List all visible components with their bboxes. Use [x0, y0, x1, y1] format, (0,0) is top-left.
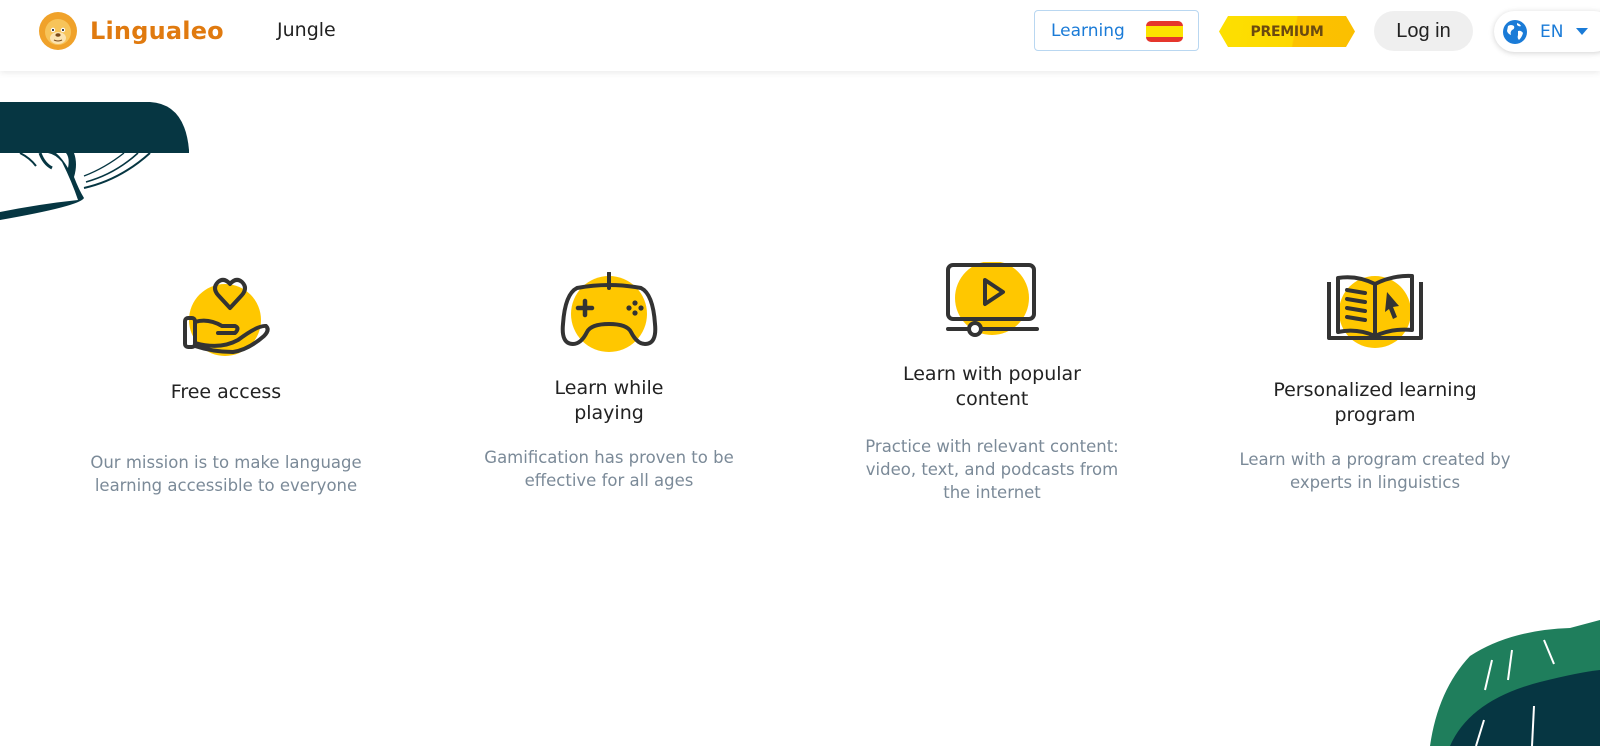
language-code: EN	[1540, 21, 1564, 42]
premium-button[interactable]: PREMIUM	[1219, 16, 1355, 47]
globe-icon	[1503, 19, 1527, 44]
feature-card: Personalized learning program Learn with…	[1225, 272, 1525, 494]
gamepad-icon	[560, 272, 658, 352]
feature-description: Practice with relevant content: video, t…	[865, 437, 1119, 502]
hand-heart-icon	[183, 277, 270, 356]
learning-label: Learning	[1051, 20, 1125, 41]
book-cursor-icon	[1327, 273, 1423, 348]
feature-description: Learn with a program created by experts …	[1239, 450, 1511, 492]
feature-title: Learn while playing	[554, 377, 664, 424]
learning-language-button[interactable]: Learning	[1034, 10, 1199, 51]
brand-name: Lingualeo	[90, 17, 224, 45]
nav-link-jungle[interactable]: Jungle	[277, 19, 336, 41]
feature-title: Personalized learning program	[1273, 379, 1477, 426]
site-header: Lingualeo Jungle Learning PREMIUM Log in…	[0, 0, 1600, 71]
feature-card: Free access Our mission is to make langu…	[76, 270, 376, 497]
feature-description: Gamification has proven to be effective …	[484, 448, 734, 490]
lion-logo-icon	[39, 12, 77, 50]
login-button[interactable]: Log in	[1374, 11, 1473, 51]
chevron-down-icon	[1576, 28, 1589, 35]
feature-description: Our mission is to make language learning…	[90, 453, 362, 495]
feature-card: Learn with popular content Practice with…	[842, 262, 1142, 504]
feature-title: Learn with popular content	[902, 363, 1081, 410]
feature-card: Learn while playing Gamification has pro…	[459, 272, 759, 492]
video-player-icon	[946, 262, 1039, 337]
features-section: Free access Our mission is to make langu…	[0, 0, 1600, 746]
logo-link[interactable]: Lingualeo	[38, 11, 224, 51]
interface-language-selector[interactable]: EN	[1494, 11, 1600, 52]
spain-flag-icon	[1146, 21, 1183, 42]
feature-title: Free access	[170, 381, 282, 403]
